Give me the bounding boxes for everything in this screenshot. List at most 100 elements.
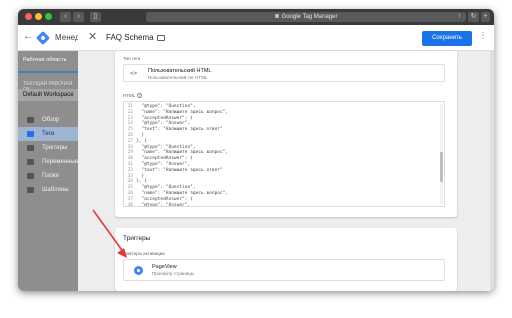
line-number: 22 — [127, 109, 133, 115]
template-icon — [27, 187, 34, 193]
address-bar[interactable]: Google Tag Manager — [146, 12, 466, 22]
code-text: "@type": "Answer", — [136, 162, 191, 167]
html-label: HTML? — [123, 93, 143, 99]
save-button[interactable]: Сохранить — [422, 31, 472, 46]
tag-editor-header: ✕ FAQ Schema Сохранить ⋮ — [78, 25, 494, 51]
code-text: "text": "Напишите здесь ответ" — [136, 127, 223, 133]
code-line: 21 "@type": "Question", — [124, 104, 444, 110]
firing-triggers-label: Триггеры активации — [123, 251, 165, 256]
close-window-button[interactable] — [25, 13, 32, 20]
sidebar-item-label: Триггеры — [42, 145, 68, 151]
sidebar-item-tags[interactable]: Теги — [18, 127, 78, 141]
minimize-window-button[interactable] — [35, 13, 42, 20]
sidebar-item-overview[interactable]: Обзор — [18, 113, 78, 127]
code-text: "text": "Напишите здесь ответ" — [136, 167, 223, 173]
tag-type-name: Пользовательский HTML — [148, 68, 212, 74]
code-line: 31 "@type": "Answer", — [124, 162, 444, 168]
folder-icon[interactable] — [156, 34, 165, 41]
sidebar-item-label: Переменные — [42, 159, 79, 165]
line-number: 30 — [127, 156, 133, 162]
tab-workspace[interactable]: Рабочая область — [18, 51, 78, 73]
code-text: "name": "Напишите здесь вопрос", — [136, 150, 229, 156]
reload-icon[interactable]: ↻ — [468, 12, 479, 22]
line-number: 26 — [127, 133, 133, 138]
sidebar-item-triggers[interactable]: Триггеры — [18, 141, 78, 155]
sidebar-item-folders[interactable]: Папки — [18, 169, 78, 183]
browser-toolbar: ‹ › ▯ Google Tag Manager ↑ ↻ + — [18, 9, 494, 25]
code-text: "@type": "Question", — [136, 144, 196, 150]
line-number: 25 — [127, 127, 133, 133]
new-tab-icon[interactable]: + — [481, 12, 490, 22]
code-text: "name": "Напишите здесь вопрос", — [136, 109, 229, 115]
trigger-item-pageview[interactable]: PageView Просмотр страницы — [123, 259, 445, 281]
triggering-card: Триггеры Триггеры активации PageView Про… — [115, 228, 457, 291]
help-icon[interactable]: ? — [137, 93, 143, 99]
line-number: 24 — [127, 121, 133, 127]
sidebar-item-label: Обзор — [42, 117, 60, 123]
tag-icon — [27, 131, 34, 137]
code-line: 24 "@type": "Answer", — [124, 121, 444, 127]
code-line: 38 "@type": "Answer", — [124, 202, 444, 207]
code-text: } — [136, 173, 145, 179]
tag-title[interactable]: FAQ Schema — [106, 33, 165, 42]
sidebar-item-templates[interactable]: Шаблоны — [18, 183, 78, 197]
code-text: "name": "Напишите здесь вопрос", — [136, 191, 229, 196]
forward-nav-icon[interactable]: › — [73, 12, 84, 22]
sidebar-item-label: Папки — [42, 173, 59, 179]
code-line: 32 "text": "Напишите здесь ответ" — [124, 167, 444, 174]
code-icon: <> — [130, 70, 138, 77]
code-text: } — [136, 133, 145, 138]
workspace-selector[interactable]: Default Workspace — [18, 89, 78, 101]
code-text: "acceptedAnswer": { — [136, 156, 193, 162]
code-line: 27}, { — [124, 138, 444, 145]
line-number: 28 — [127, 144, 133, 150]
folder-icon — [27, 173, 34, 179]
trigger-description: Просмотр страницы — [152, 271, 194, 276]
more-vert-icon[interactable]: ⋮ — [479, 31, 487, 40]
code-text: "@type": "Question", — [136, 104, 196, 109]
line-number: 27 — [127, 138, 133, 144]
url-text: Google Tag Manager — [281, 14, 338, 20]
code-text: "@type": "Answer", — [136, 202, 191, 207]
line-number: 38 — [127, 202, 133, 207]
code-line: 29 "name": "Напишите здесь вопрос", — [124, 150, 444, 156]
line-number: 23 — [127, 115, 133, 121]
maximize-window-button[interactable] — [45, 13, 52, 20]
code-text: "@type": "Question", — [136, 185, 196, 191]
sidebar-item-variables[interactable]: Переменные — [18, 155, 78, 169]
code-line: 26 } — [124, 133, 444, 139]
back-nav-icon[interactable]: ‹ — [60, 12, 71, 22]
line-number: 36 — [127, 191, 133, 196]
sidebar-toggle-icon[interactable]: ▯ — [90, 12, 101, 22]
trigger-name: PageView — [152, 264, 177, 270]
code-line: 37 "acceptedAnswer": { — [124, 197, 444, 203]
code-text: }, { — [136, 138, 147, 144]
line-number: 35 — [127, 185, 133, 191]
html-label-text: HTML — [123, 93, 136, 98]
code-line: 28 "@type": "Question", — [124, 144, 444, 151]
line-number: 29 — [127, 150, 133, 156]
sidebar: Рабочая область ТЕКУЩАЯ РАБОЧАЯ ОБ Defau… — [18, 51, 78, 291]
tag-type-selector[interactable]: <> Пользовательский HTML Пользовательски… — [123, 64, 445, 82]
close-icon[interactable]: ✕ — [88, 30, 97, 43]
code-line: 34}, { — [124, 179, 444, 185]
code-line: 23 "acceptedAnswer": { — [124, 115, 444, 122]
lock-icon — [274, 14, 279, 19]
html-code-editor[interactable]: 38 "@type": "Answer", 37 "acceptedAnswer"… — [123, 101, 445, 207]
code-line: 33 } — [124, 173, 444, 180]
sidebar-item-label: Теги — [42, 131, 55, 137]
line-number: 32 — [127, 167, 133, 173]
browser-window: ‹ › ▯ Google Tag Manager ↑ ↻ + ← Менед Р… — [18, 9, 494, 291]
share-icon[interactable]: ↑ — [454, 12, 465, 22]
code-line: 22 "name": "Напишите здесь вопрос", — [124, 109, 444, 116]
pageview-trigger-icon — [134, 266, 143, 275]
tag-editor-panel: ✕ FAQ Schema Сохранить ⋮ Тип тега <> Пол… — [78, 25, 494, 291]
code-text: "acceptedAnswer": { — [136, 115, 193, 121]
line-number: 34 — [127, 179, 133, 185]
code-scroll-thumb[interactable] — [440, 152, 443, 182]
code-line: 30 "acceptedAnswer": { — [124, 156, 444, 162]
line-number: 21 — [127, 104, 133, 109]
panel-scrollbar[interactable] — [490, 51, 494, 291]
back-arrow-icon[interactable]: ← — [23, 31, 33, 42]
tag-type-description: Пользовательский тег HTML — [148, 75, 208, 80]
